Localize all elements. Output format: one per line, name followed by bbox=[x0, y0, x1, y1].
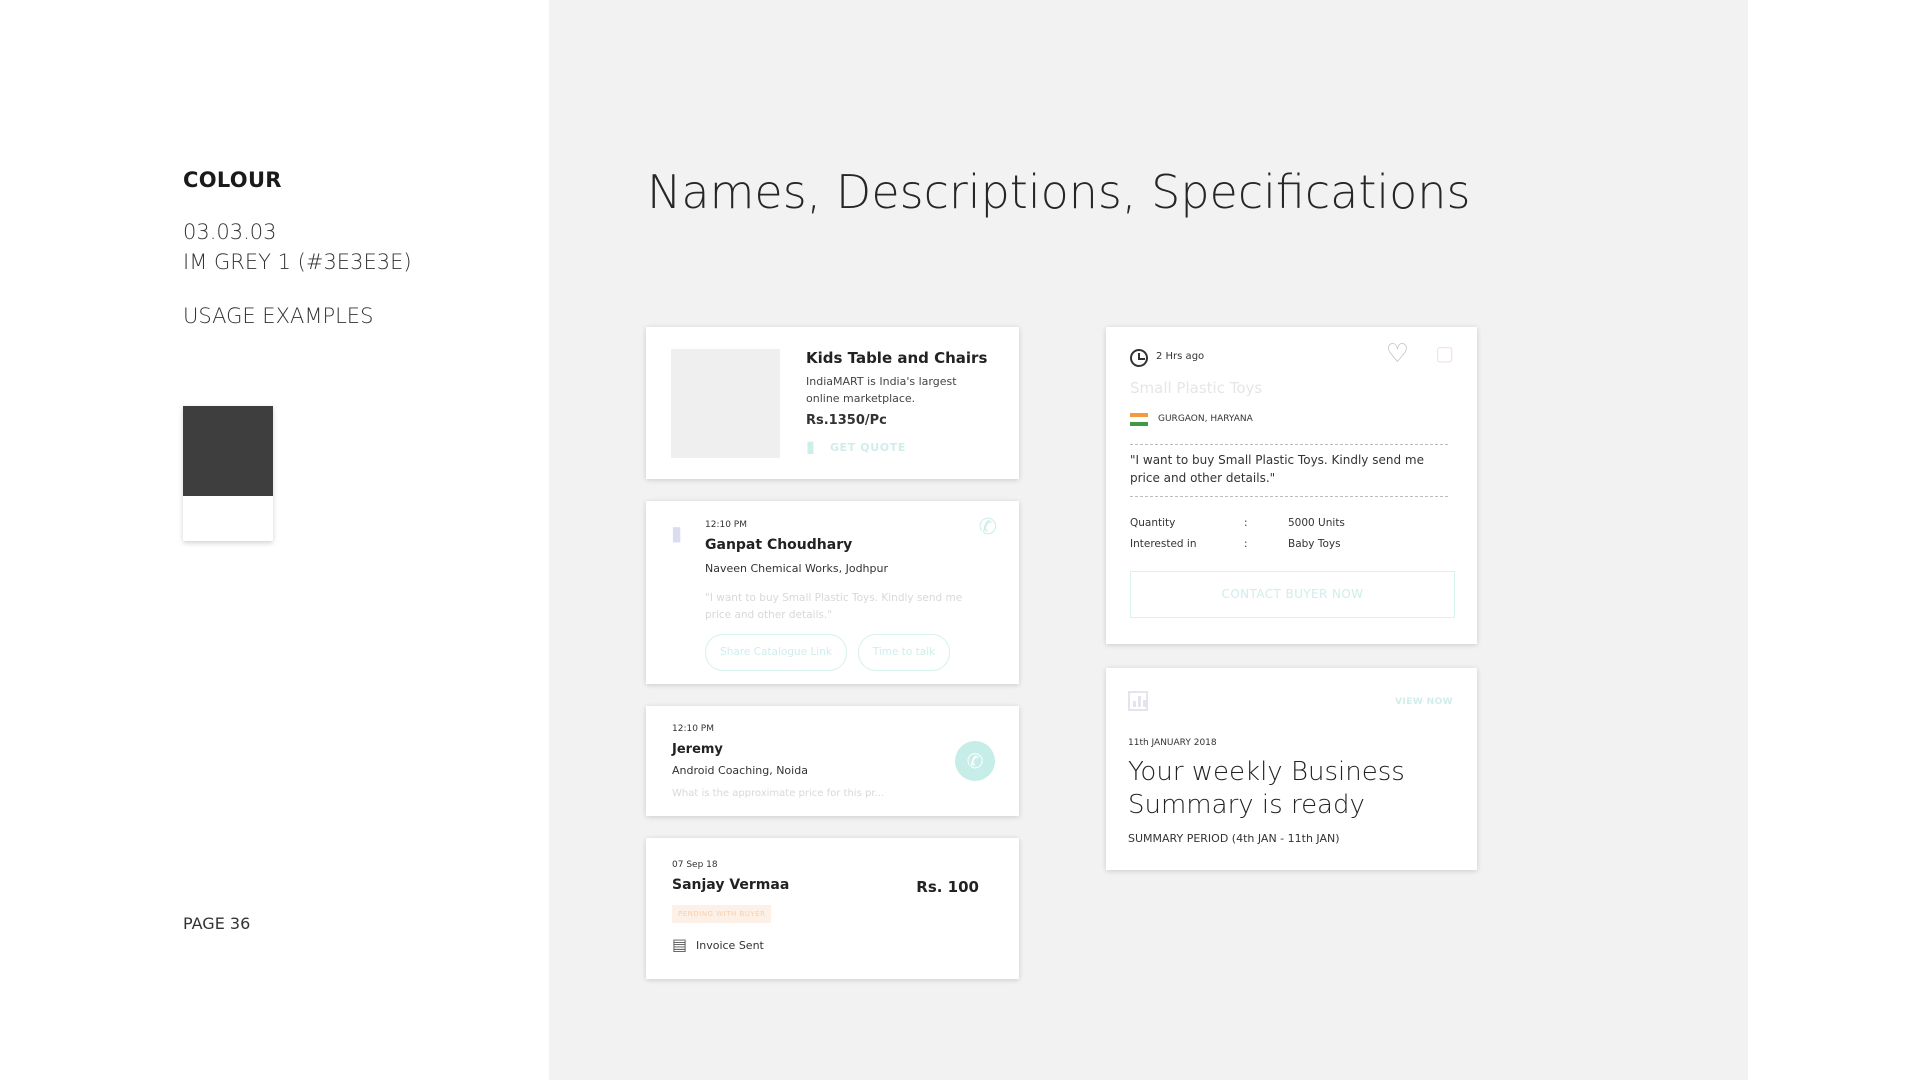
contact-buyer-button[interactable]: CONTACT BUYER NOW bbox=[1130, 571, 1455, 618]
quantity-label: Quantity bbox=[1130, 517, 1176, 529]
share-catalogue-button[interactable]: Share Catalogue Link bbox=[705, 634, 847, 671]
enquiry-company: Naveen Chemical Works, Jodhpur bbox=[705, 562, 888, 575]
swatch-grey bbox=[183, 406, 273, 496]
view-now-link[interactable]: VIEW NOW bbox=[1395, 697, 1453, 707]
call-message: What is the approximate price for this p… bbox=[672, 788, 885, 799]
separator: : bbox=[1244, 517, 1248, 529]
invoice-amount: Rs. 100 bbox=[916, 878, 979, 896]
swatch-white bbox=[183, 496, 273, 541]
interest-value: Baby Toys bbox=[1288, 538, 1341, 550]
call-time: 12:10 PM bbox=[672, 724, 714, 734]
lead-product: Small Plastic Toys bbox=[1130, 379, 1263, 397]
product-price: Rs.1350/Pc bbox=[806, 413, 887, 428]
enquiry-message: "I want to buy Small Plastic Toys. Kindl… bbox=[705, 592, 963, 621]
separator: : bbox=[1244, 538, 1248, 550]
product-description: IndiaMART is India's largest online mark… bbox=[806, 375, 957, 405]
lead-location: GURGAON, HARYANA bbox=[1158, 414, 1253, 424]
quantity-value: 5000 Units bbox=[1288, 517, 1345, 529]
call-company: Android Coaching, Noida bbox=[672, 764, 808, 777]
phone-icon[interactable]: ✆ bbox=[979, 517, 997, 539]
status-badge: PENDING WITH BUYER bbox=[672, 905, 772, 923]
get-quote-button[interactable]: GET QUOTE bbox=[830, 441, 906, 454]
enquiry-name: Ganpat Choudhary bbox=[705, 537, 853, 553]
product-card[interactable]: Kids Table and Chairs IndiaMART is India… bbox=[646, 327, 1019, 479]
buylead-card[interactable]: 2 Hrs ago ♡ ▢ Small Plastic Toys GURGAON… bbox=[1106, 327, 1477, 644]
invoice-date: 07 Sep 18 bbox=[672, 860, 718, 870]
summary-period: SUMMARY PERIOD (4th JAN - 11th JAN) bbox=[1128, 832, 1340, 845]
page-title: Names, Descriptions, Specifications bbox=[647, 165, 1471, 219]
invoice-card[interactable]: 07 Sep 18 Sanjay Vermaa Rs. 100 PENDING … bbox=[646, 838, 1019, 979]
call-name: Jeremy bbox=[672, 742, 723, 757]
enquiry-time: 12:10 PM bbox=[705, 520, 747, 530]
product-image-placeholder bbox=[671, 349, 780, 458]
colour-name: IM GREY 1 (#3E3E3E) bbox=[183, 250, 412, 274]
colour-swatch bbox=[183, 406, 273, 541]
phone-icon: ✆ bbox=[966, 749, 984, 773]
section-label: COLOUR bbox=[183, 168, 282, 192]
invoice-name: Sanjay Vermaa bbox=[672, 877, 790, 893]
left-panel: COLOUR 03.03.03 IM GREY 1 (#3E3E3E) USAG… bbox=[0, 0, 549, 1080]
summary-card[interactable]: VIEW NOW 11th JANUARY 2018 Your weekly B… bbox=[1106, 668, 1477, 870]
divider bbox=[1130, 496, 1448, 497]
time-to-talk-button[interactable]: Time to talk bbox=[858, 634, 950, 671]
usage-heading: USAGE EXAMPLES bbox=[183, 304, 374, 328]
invoice-note: Invoice Sent bbox=[696, 939, 764, 952]
enquiry-card[interactable]: ▮ 12:10 PM Ganpat Choudhary Naveen Chemi… bbox=[646, 501, 1019, 684]
lead-quote: "I want to buy Small Plastic Toys. Kindl… bbox=[1130, 453, 1424, 485]
divider bbox=[1130, 444, 1448, 445]
colour-spec: 03.03.03 IM GREY 1 (#3E3E3E) bbox=[183, 217, 412, 277]
product-title: Kids Table and Chairs bbox=[806, 349, 988, 367]
chat-bubble-icon: ▮ bbox=[671, 521, 683, 545]
summary-headline: Your weekly Business Summary is ready bbox=[1128, 757, 1405, 820]
invoice-icon: ▤ bbox=[672, 935, 688, 954]
call-button[interactable]: ✆ bbox=[955, 741, 995, 781]
colour-code: 03.03.03 bbox=[183, 220, 277, 244]
flag-india-icon bbox=[1130, 413, 1148, 426]
page-number: PAGE 36 bbox=[183, 914, 251, 933]
chat-bubble-icon: ▮ bbox=[806, 437, 815, 456]
heart-icon[interactable]: ♡ bbox=[1386, 341, 1409, 367]
clock-icon bbox=[1130, 349, 1148, 367]
trash-icon[interactable]: ▢ bbox=[1435, 343, 1454, 363]
bar-chart-icon bbox=[1128, 691, 1148, 711]
lead-time-ago: 2 Hrs ago bbox=[1156, 351, 1205, 362]
call-card[interactable]: 12:10 PM Jeremy Android Coaching, Noida … bbox=[646, 706, 1019, 816]
summary-date: 11th JANUARY 2018 bbox=[1128, 738, 1217, 748]
interest-label: Interested in bbox=[1130, 538, 1197, 550]
